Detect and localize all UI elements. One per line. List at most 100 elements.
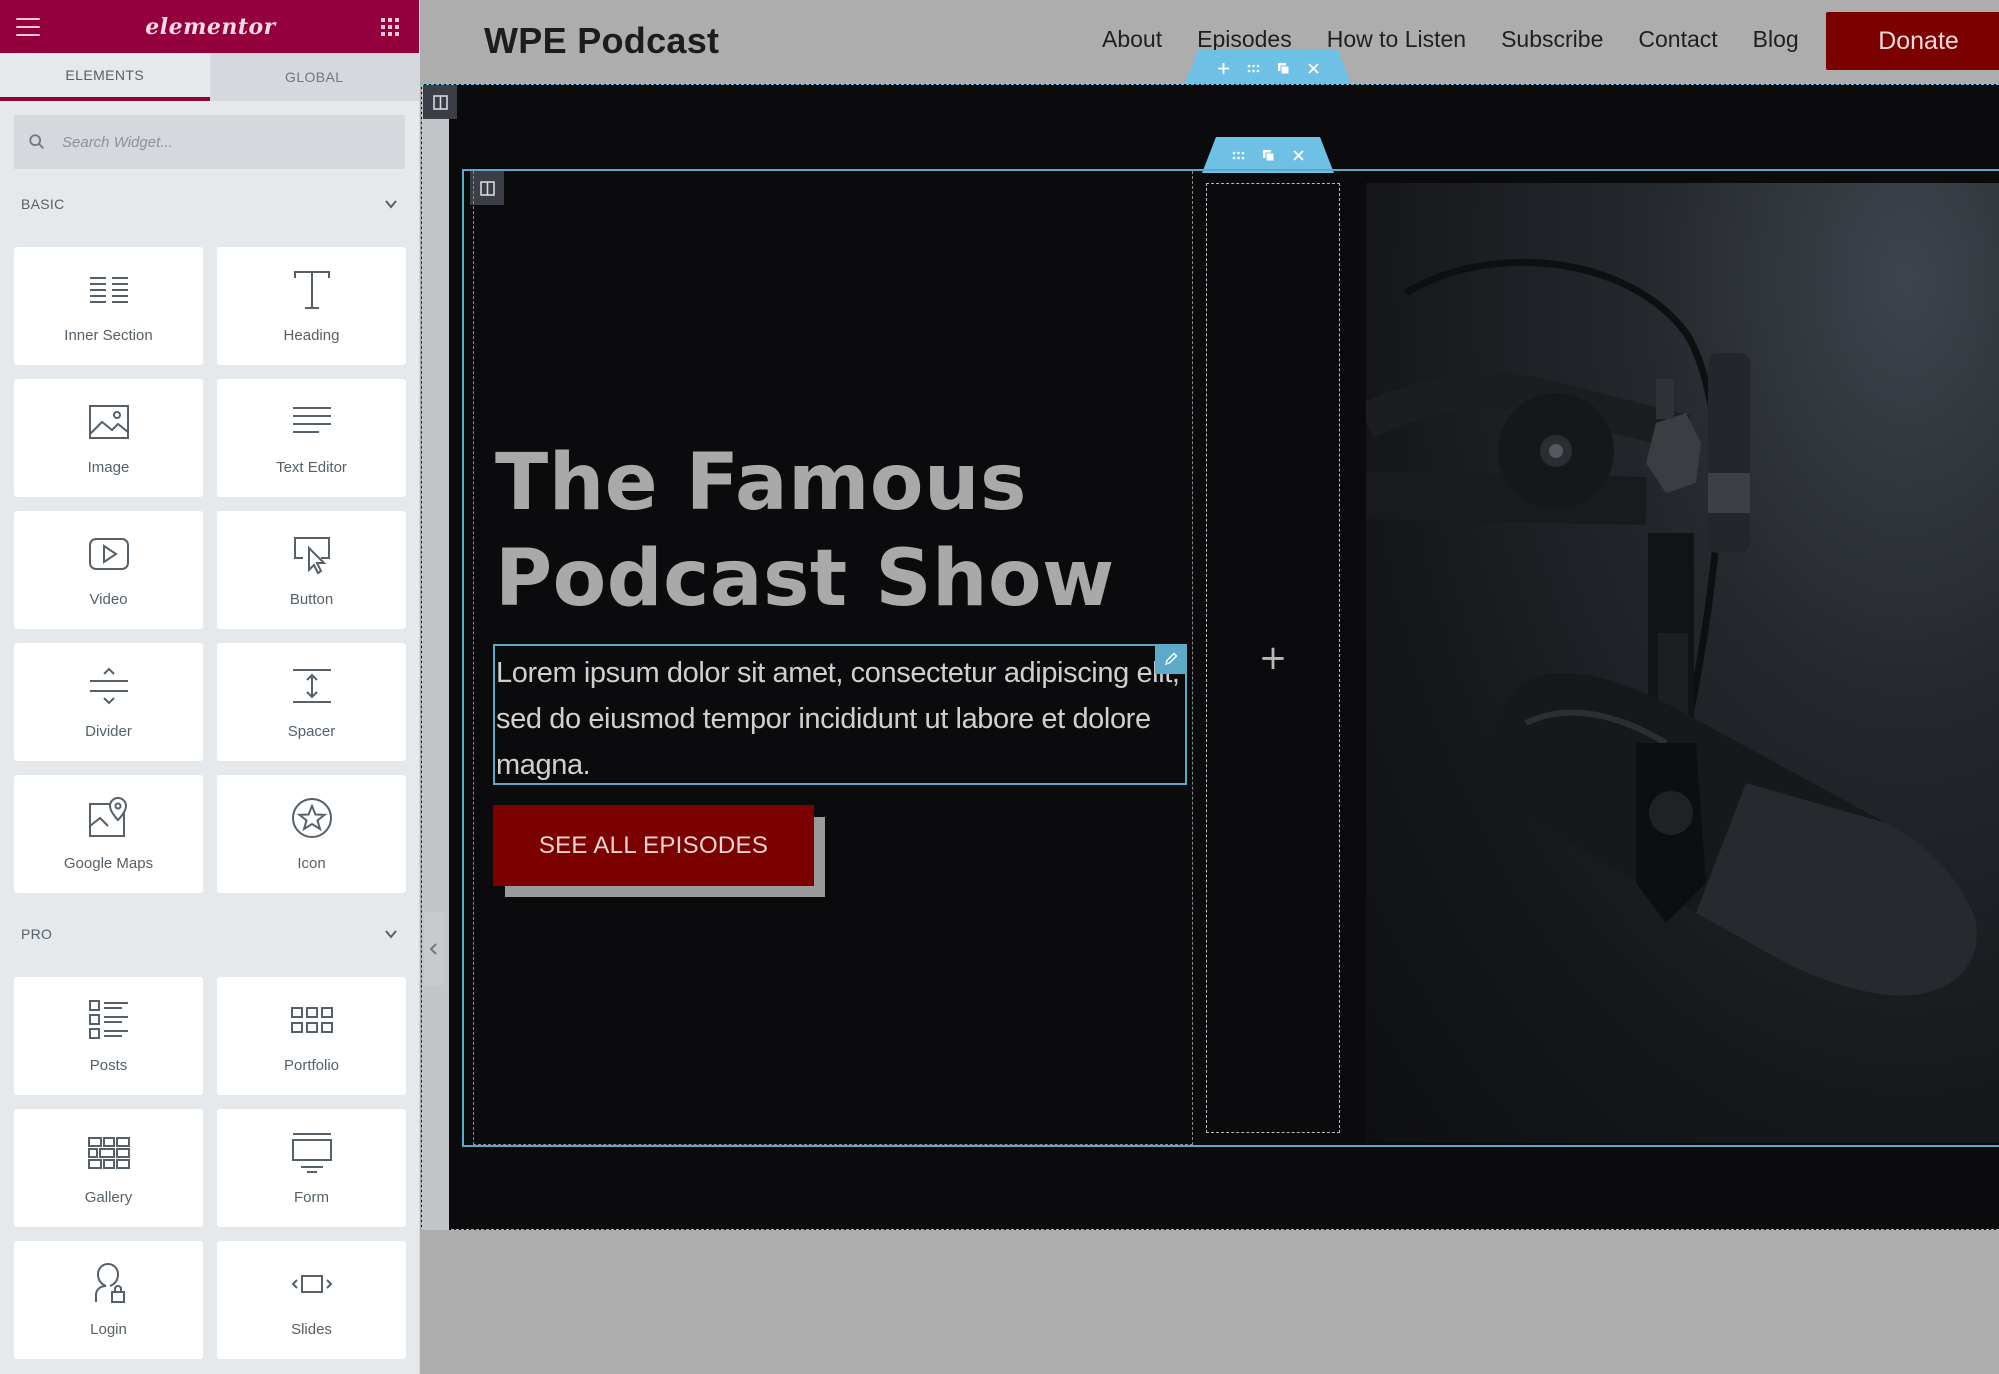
widget-heading[interactable]: Heading — [217, 247, 406, 365]
close-icon — [1307, 62, 1320, 75]
microphone-illustration — [1366, 259, 1977, 996]
category-basic[interactable]: BASIC — [0, 184, 419, 224]
columns-icon — [432, 94, 448, 110]
widget-button[interactable]: Button — [217, 511, 406, 629]
hero-paragraph: Lorem ipsum dolor sit amet, consectetur … — [496, 657, 1180, 781]
edit-widget-button[interactable] — [1155, 644, 1187, 674]
widget-label: Image — [87, 459, 130, 476]
category-pro[interactable]: PRO — [0, 914, 419, 954]
hero-heading[interactable]: The Famous Podcast Show — [495, 435, 1175, 627]
drag-section-button[interactable] — [1238, 55, 1268, 81]
panel-tabs: ELEMENTS GLOBAL — [0, 53, 419, 101]
section-edge — [422, 85, 449, 1231]
form-icon — [291, 1133, 332, 1173]
delete-section-button[interactable] — [1298, 55, 1328, 81]
left-column[interactable]: The Famous Podcast Show Lorem ipsum dolo… — [473, 171, 1193, 1145]
duplicate-section-button[interactable] — [1268, 55, 1298, 81]
chevron-left-icon — [429, 943, 437, 955]
nav-blog[interactable]: Blog — [1753, 26, 1799, 53]
gallery-icon — [87, 1137, 130, 1169]
basic-widgets-grid: Inner Section Heading Image Text Editor … — [14, 247, 406, 893]
widget-video[interactable]: Video — [14, 511, 203, 629]
duplicate-icon — [1262, 149, 1275, 162]
hero-heading-line-2: Podcast Show — [495, 534, 1115, 624]
widget-posts[interactable]: Posts — [14, 977, 203, 1095]
category-label: PRO — [21, 926, 53, 942]
drag-inner-section-button[interactable] — [1223, 142, 1253, 168]
pencil-icon — [1164, 652, 1178, 666]
pro-widgets-grid: Posts Portfolio Gallery Form Login Slide… — [14, 977, 406, 1359]
widget-label: Icon — [297, 855, 326, 872]
close-icon — [1292, 149, 1305, 162]
nav-about[interactable]: About — [1102, 26, 1162, 53]
image-icon — [88, 405, 129, 439]
tab-elements[interactable]: ELEMENTS — [0, 53, 210, 101]
hero-section[interactable]: The Famous Podcast Show Lorem ipsum dolo… — [421, 84, 1999, 1231]
widget-spacer[interactable]: Spacer — [217, 643, 406, 761]
plus-icon — [1217, 62, 1230, 75]
widget-divider[interactable]: Divider — [14, 643, 203, 761]
widget-image[interactable]: Image — [14, 379, 203, 497]
text-editor-icon — [292, 407, 331, 433]
slides-icon — [291, 1275, 332, 1293]
widget-label: Divider — [85, 723, 132, 740]
section-handle — [1184, 50, 1352, 86]
donate-button[interactable]: Donate — [1826, 12, 1999, 70]
widget-label: Posts — [89, 1057, 128, 1074]
heading-icon — [293, 271, 330, 309]
add-section-button[interactable] — [1208, 55, 1238, 81]
button-icon — [293, 537, 330, 575]
posts-icon — [88, 1000, 128, 1039]
widget-label: Portfolio — [283, 1057, 340, 1074]
divider-icon — [89, 667, 128, 705]
widget-label: Heading — [283, 327, 340, 344]
widget-portfolio[interactable]: Portfolio — [217, 977, 406, 1095]
microphone-image[interactable] — [1366, 183, 1999, 1143]
category-label: BASIC — [21, 196, 65, 212]
section-layout-button[interactable] — [423, 85, 457, 119]
collapse-panel-button[interactable] — [424, 912, 444, 986]
widget-inner-section[interactable]: Inner Section — [14, 247, 203, 365]
widget-google-maps[interactable]: Google Maps — [14, 775, 203, 893]
widget-label: Slides — [291, 1321, 332, 1338]
widget-label: Inner Section — [64, 327, 153, 344]
empty-column[interactable]: + — [1206, 183, 1340, 1133]
widget-gallery[interactable]: Gallery — [14, 1109, 203, 1227]
delete-inner-section-button[interactable] — [1283, 142, 1313, 168]
add-widget-plus-icon[interactable]: + — [1259, 638, 1288, 678]
see-all-episodes-button[interactable]: SEE ALL EPISODES — [493, 805, 814, 886]
widgets-grid-icon[interactable] — [381, 17, 399, 36]
duplicate-icon — [1277, 62, 1290, 75]
site-title[interactable]: WPE Podcast — [484, 20, 719, 62]
search-box — [14, 115, 405, 169]
widget-form[interactable]: Form — [217, 1109, 406, 1227]
drag-handle-icon — [1232, 149, 1245, 162]
menu-icon[interactable] — [16, 17, 40, 36]
nav-contact[interactable]: Contact — [1638, 26, 1717, 53]
drag-handle-icon — [1247, 62, 1260, 75]
search-input[interactable] — [62, 133, 382, 151]
nav-subscribe[interactable]: Subscribe — [1501, 26, 1603, 53]
widget-label: Button — [289, 591, 334, 608]
widget-text-editor[interactable]: Text Editor — [217, 379, 406, 497]
tab-global[interactable]: GLOBAL — [210, 53, 420, 101]
widget-icon[interactable]: Icon — [217, 775, 406, 893]
inner-section[interactable]: The Famous Podcast Show Lorem ipsum dolo… — [462, 169, 1999, 1147]
main-nav: About Episodes How to Listen Subscribe C… — [1102, 26, 1834, 53]
widget-login[interactable]: Login — [14, 1241, 203, 1359]
widget-label: Form — [294, 1189, 329, 1206]
portfolio-icon — [290, 1007, 333, 1033]
hero-heading-line-1: The Famous — [495, 438, 1027, 528]
widget-label: Gallery — [84, 1189, 133, 1206]
widget-label: Login — [90, 1321, 127, 1338]
elementor-logo: elementor — [145, 13, 276, 40]
nav-how-to-listen[interactable]: How to Listen — [1327, 26, 1466, 53]
login-icon — [94, 1263, 125, 1303]
widget-slides[interactable]: Slides — [217, 1241, 406, 1359]
text-editor-widget[interactable]: Lorem ipsum dolor sit amet, consectetur … — [493, 644, 1187, 785]
widget-label: Video — [89, 591, 128, 608]
widget-label: Google Maps — [63, 855, 154, 872]
duplicate-inner-section-button[interactable] — [1253, 142, 1283, 168]
inner-section-handle — [1202, 137, 1334, 173]
nav-episodes[interactable]: Episodes — [1197, 26, 1292, 53]
